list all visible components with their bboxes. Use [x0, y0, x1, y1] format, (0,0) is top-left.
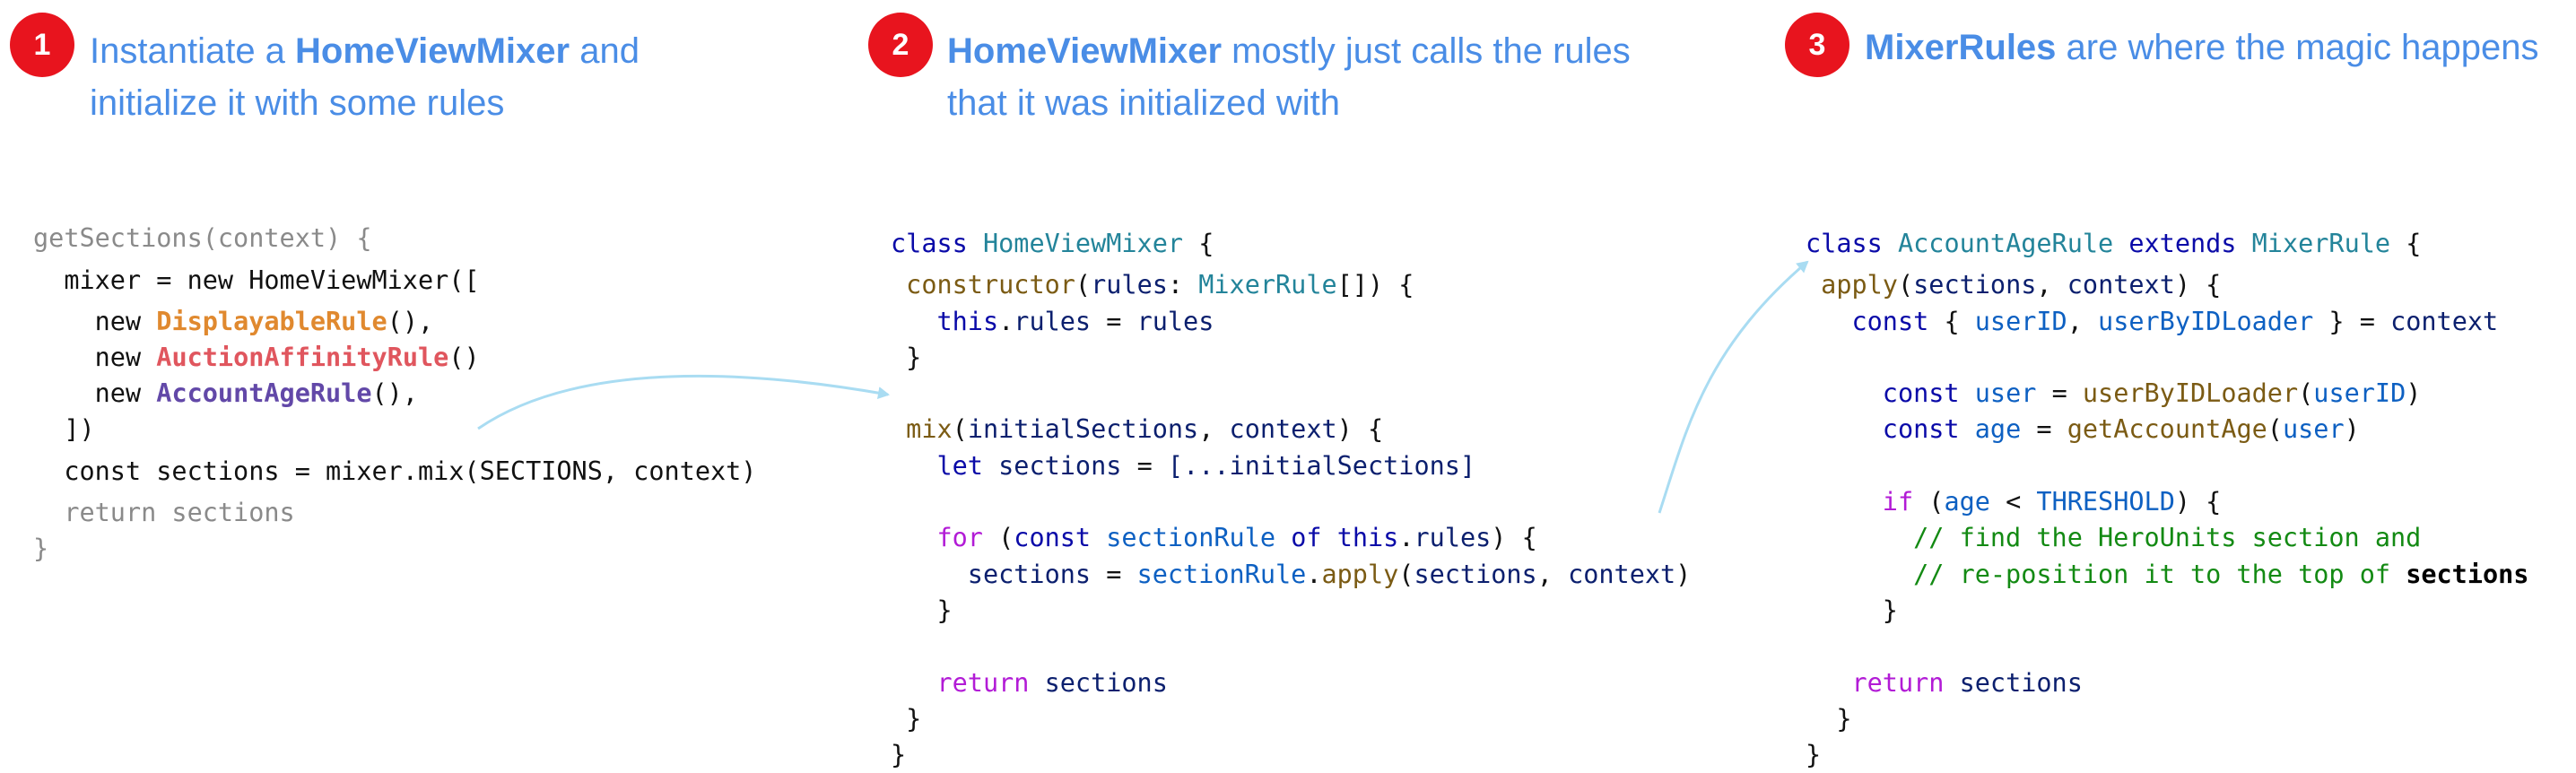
arrow-mix-call-to-mixer: [477, 374, 890, 430]
connector-arrows: [477, 260, 1809, 514]
arrow-apply-to-rule: [1658, 260, 1809, 514]
